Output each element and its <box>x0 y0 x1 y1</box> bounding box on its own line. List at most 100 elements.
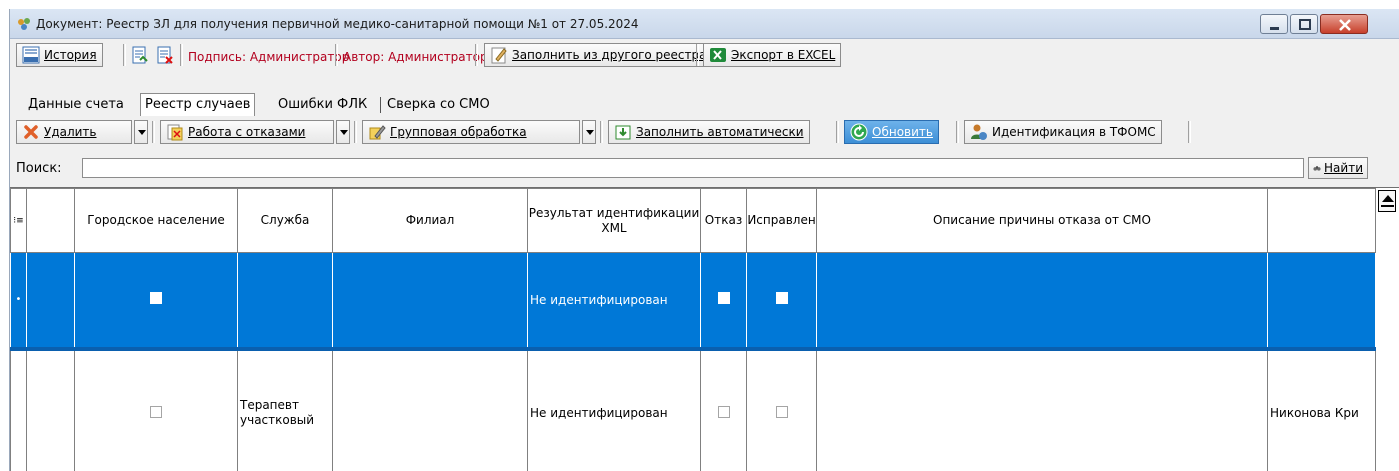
delete-button[interactable]: Удалить <box>16 120 132 144</box>
pencil-edit-icon <box>369 125 386 140</box>
tfoms-identification-button[interactable]: Идентификация в ТФОМС <box>964 120 1162 144</box>
cases-table: ⁝≡ Городское население Служба Филиал Рез… <box>10 188 1376 471</box>
delete-dropdown-button[interactable] <box>134 120 148 144</box>
row-selector-header[interactable]: ⁝≡ <box>10 188 27 253</box>
binoculars-icon <box>1313 166 1321 171</box>
history-button[interactable]: История <box>16 43 103 67</box>
branch-cell[interactable] <box>332 252 528 351</box>
author-label: Автор: Администратор <box>343 50 488 64</box>
toolbar-separator <box>836 121 839 143</box>
rejected-checkbox[interactable] <box>717 405 730 418</box>
table-cell[interactable] <box>26 348 75 471</box>
toolbar-separator <box>180 44 183 66</box>
fixed-checkbox-cell[interactable] <box>746 348 817 471</box>
maximize-icon <box>1299 19 1311 30</box>
row-marker[interactable]: • <box>10 252 27 351</box>
header-xml-result[interactable]: Результат идентификации XML <box>527 188 701 253</box>
columns-menu-icon: ⁝≡ <box>13 216 24 226</box>
table-cell[interactable] <box>26 252 75 351</box>
unsign-document-icon[interactable] <box>156 46 174 64</box>
tab-divider <box>380 97 381 113</box>
table-row[interactable]: • Не идентифицирован <box>10 252 1376 351</box>
autofill-button[interactable]: Заполнить автоматически <box>608 120 810 144</box>
branch-cell[interactable] <box>332 348 528 471</box>
cases-grid: ⁝≡ Городское население Служба Филиал Рез… <box>10 187 1399 471</box>
header-rejected[interactable]: Отказ <box>700 188 747 253</box>
refresh-icon <box>850 123 868 141</box>
person-id-icon <box>971 124 987 140</box>
main-toolbar: История Подпись: Администратор Автор: Ад… <box>10 40 1399 69</box>
row-marker[interactable] <box>10 348 27 471</box>
tab-smo-reconciliation[interactable]: Сверка со СМО <box>383 96 494 113</box>
search-bar: Поиск: Найти <box>10 153 1399 181</box>
excel-icon <box>710 48 726 62</box>
fill-from-other-registry-button[interactable]: Заполнить из другого реестра <box>484 43 713 67</box>
service-cell[interactable] <box>237 252 333 351</box>
delete-label: Удалить <box>44 125 97 139</box>
xml-result-cell[interactable]: Не идентифицирован <box>527 252 701 351</box>
tab-account-data[interactable]: Данные счета <box>24 96 128 113</box>
rejections-label: Работа с отказами <box>188 125 306 139</box>
urban-checkbox-cell[interactable] <box>74 252 238 351</box>
actions-toolbar: Удалить Работа с отказами Групповая обра… <box>10 117 1399 146</box>
rejections-doc-icon <box>167 124 183 141</box>
toolbar-separator <box>1188 121 1191 143</box>
refresh-label: Обновить <box>872 125 933 139</box>
minimize-icon <box>1270 27 1279 30</box>
reason-cell[interactable] <box>816 348 1268 471</box>
toolbar-separator <box>600 121 603 143</box>
reason-cell[interactable] <box>816 252 1268 351</box>
urban-checkbox-cell[interactable] <box>74 348 238 471</box>
header-fixed[interactable]: Исправлен <box>746 188 817 253</box>
header-doctor[interactable] <box>1267 188 1376 253</box>
notepad-pencil-icon <box>491 47 507 64</box>
group-processing-label: Групповая обработка <box>390 125 527 139</box>
rejections-dropdown-button[interactable] <box>336 120 350 144</box>
group-processing-dropdown-button[interactable] <box>582 120 596 144</box>
fixed-checkbox-cell[interactable] <box>746 252 817 351</box>
refresh-button[interactable]: Обновить <box>844 120 939 144</box>
header-service[interactable]: Служба <box>237 188 333 253</box>
rejected-checkbox-cell[interactable] <box>700 348 747 471</box>
toolbar-separator <box>475 44 478 66</box>
toolbar-separator <box>956 121 959 143</box>
maximize-button[interactable] <box>1290 14 1318 34</box>
toolbar-separator <box>335 44 338 66</box>
scroll-to-top-button[interactable] <box>1378 190 1396 212</box>
group-processing-button[interactable]: Групповая обработка <box>362 120 580 144</box>
sign-document-icon[interactable] <box>131 46 149 64</box>
search-label: Поиск: <box>16 161 62 176</box>
delete-icon <box>24 125 38 139</box>
fill-from-other-label: Заполнить из другого реестра <box>512 48 707 62</box>
header-branch[interactable]: Филиал <box>332 188 528 253</box>
doctor-cell[interactable]: Никонова Кри <box>1267 348 1376 471</box>
minimize-button[interactable] <box>1260 14 1288 34</box>
xml-result-cell[interactable]: Не идентифицирован <box>527 348 701 471</box>
urban-checkbox[interactable] <box>150 405 162 418</box>
export-excel-label: Экспорт в EXCEL <box>731 48 836 62</box>
tab-cases-registry[interactable]: Реестр случаев <box>140 93 256 116</box>
find-button[interactable]: Найти <box>1308 157 1368 179</box>
tab-flk-errors[interactable]: Ошибки ФЛК <box>274 96 371 113</box>
find-label: Найти <box>1324 161 1363 175</box>
fixed-checkbox[interactable] <box>775 292 788 305</box>
doctor-cell[interactable] <box>1267 252 1376 351</box>
header-rejection-reason[interactable]: Описание причины отказа от СМО <box>816 188 1268 253</box>
export-excel-button[interactable]: Экспорт в EXCEL <box>703 43 842 67</box>
close-button[interactable] <box>1320 14 1368 34</box>
document-window: Документ: Реестр ЗЛ для получения первич… <box>9 9 1399 471</box>
search-input[interactable] <box>82 158 1304 178</box>
autofill-label: Заполнить автоматически <box>636 125 804 139</box>
toolbar-separator <box>354 121 357 143</box>
service-cell[interactable]: Терапевт участковый <box>237 348 333 471</box>
table-row[interactable]: Терапевт участковый Не идентифицирован Н… <box>10 348 1376 471</box>
window-title: Документ: Реестр ЗЛ для получения первич… <box>36 17 639 31</box>
fixed-checkbox[interactable] <box>775 405 788 418</box>
header-urban-population[interactable]: Городское население <box>74 188 238 253</box>
app-icon <box>18 18 30 30</box>
rejected-checkbox[interactable] <box>717 292 730 305</box>
rejections-button[interactable]: Работа с отказами <box>160 120 334 144</box>
rejected-checkbox-cell[interactable] <box>700 252 747 351</box>
urban-checkbox[interactable] <box>150 292 162 305</box>
close-icon <box>1339 19 1351 31</box>
